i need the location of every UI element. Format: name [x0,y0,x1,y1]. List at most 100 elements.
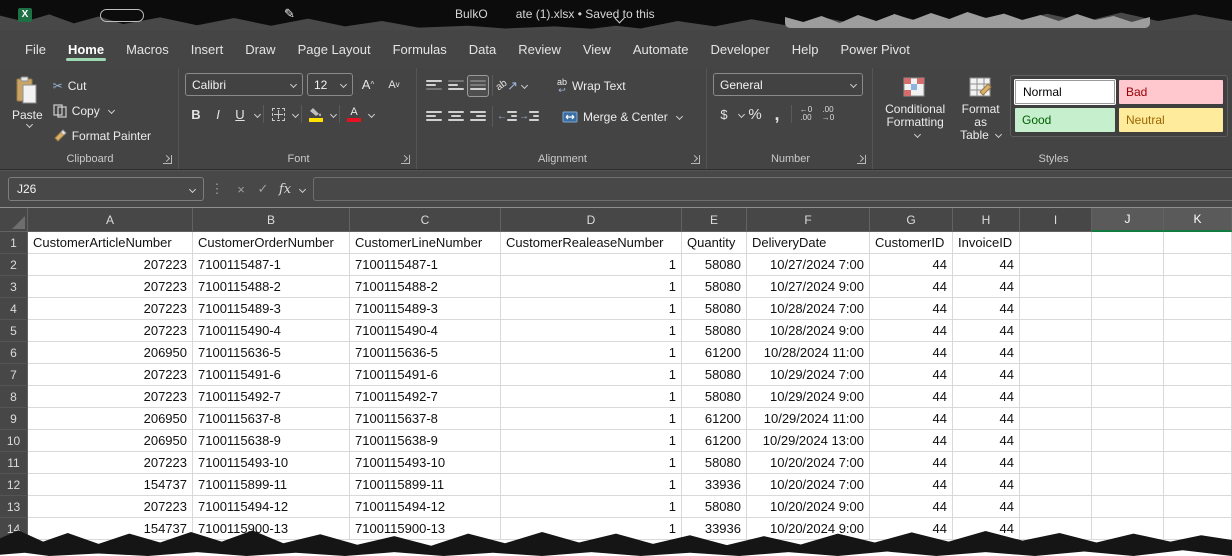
align-top-button[interactable] [423,75,445,97]
row-header-8[interactable]: 8 [0,386,28,408]
font-name-combo[interactable]: Calibri [185,73,303,96]
cell-G9[interactable]: 44 [870,408,953,430]
cell-K11[interactable] [1164,452,1232,474]
style-normal[interactable]: Normal [1015,80,1115,104]
conditional-formatting-button[interactable]: ConditionalFormatting [879,73,951,150]
cell-G7[interactable]: 44 [870,364,953,386]
increase-indent-button[interactable]: → [518,106,540,128]
currency-button[interactable]: $ [713,103,735,125]
borders-chevron-icon[interactable] [292,110,299,117]
cell-J9[interactable] [1092,408,1164,430]
cell-G2[interactable]: 44 [870,254,953,276]
cell-J11[interactable] [1092,452,1164,474]
cell-H9[interactable]: 44 [953,408,1020,430]
cell-K8[interactable] [1164,386,1232,408]
copy-button[interactable]: Copy [49,98,155,123]
cell-D1[interactable]: CustomerRealeaseNumber [501,232,682,254]
cell-B12[interactable]: 7100115899-11 [193,474,350,496]
cell-A13[interactable]: 207223 [28,496,193,518]
cell-G10[interactable]: 44 [870,430,953,452]
cell-I3[interactable] [1020,276,1092,298]
cell-A7[interactable]: 207223 [28,364,193,386]
cell-F13[interactable]: 10/20/2024 9:00 [747,496,870,518]
row-header-2[interactable]: 2 [0,254,28,276]
col-header-F[interactable]: F [747,208,870,232]
row-header-11[interactable]: 11 [0,452,28,474]
cell-K3[interactable] [1164,276,1232,298]
col-header-B[interactable]: B [193,208,350,232]
col-header-H[interactable]: H [953,208,1020,232]
cell-A1[interactable]: CustomerArticleNumber [28,232,193,254]
align-left-button[interactable] [423,106,445,128]
cell-E9[interactable]: 61200 [682,408,747,430]
cell-I4[interactable] [1020,298,1092,320]
cell-E7[interactable]: 58080 [682,364,747,386]
cell-I13[interactable] [1020,496,1092,518]
cell-A11[interactable]: 207223 [28,452,193,474]
cell-E13[interactable]: 58080 [682,496,747,518]
cell-B13[interactable]: 7100115494-12 [193,496,350,518]
cell-E10[interactable]: 61200 [682,430,747,452]
cell-C1[interactable]: CustomerLineNumber [350,232,501,254]
align-center-button[interactable] [445,106,467,128]
cell-C4[interactable]: 7100115489-3 [350,298,501,320]
align-middle-button[interactable] [445,75,467,97]
orientation-chevron-icon[interactable] [521,82,528,89]
cell-G6[interactable]: 44 [870,342,953,364]
number-format-combo[interactable]: General [713,73,863,96]
row-header-12[interactable]: 12 [0,474,28,496]
tab-view[interactable]: View [572,33,622,65]
paste-button[interactable]: Paste [6,73,49,150]
tab-data[interactable]: Data [458,33,507,65]
fill-color-chevron-icon[interactable] [330,110,337,117]
row-header-5[interactable]: 5 [0,320,28,342]
row-header-3[interactable]: 3 [0,276,28,298]
col-header-E[interactable]: E [682,208,747,232]
cell-C7[interactable]: 7100115491-6 [350,364,501,386]
cell-J7[interactable] [1092,364,1164,386]
cell-I7[interactable] [1020,364,1092,386]
format-painter-button[interactable]: Format Painter [49,123,155,148]
number-dialog-launcher-icon[interactable] [857,155,866,164]
cell-H3[interactable]: 44 [953,276,1020,298]
col-header-D[interactable]: D [501,208,682,232]
grow-font-button[interactable]: A^ [357,74,379,96]
cell-B4[interactable]: 7100115489-3 [193,298,350,320]
cell-F8[interactable]: 10/29/2024 9:00 [747,386,870,408]
cell-A14[interactable]: 154737 [28,518,193,540]
tab-macros[interactable]: Macros [115,33,180,65]
cell-F1[interactable]: DeliveryDate [747,232,870,254]
cell-G8[interactable]: 44 [870,386,953,408]
cell-D4[interactable]: 1 [501,298,682,320]
select-all-corner[interactable] [0,208,28,232]
tab-automate[interactable]: Automate [622,33,700,65]
underline-button[interactable]: U [229,103,251,125]
cell-H12[interactable]: 44 [953,474,1020,496]
cell-K12[interactable] [1164,474,1232,496]
cell-A3[interactable]: 207223 [28,276,193,298]
cell-B1[interactable]: CustomerOrderNumber [193,232,350,254]
cell-D9[interactable]: 1 [501,408,682,430]
cell-C12[interactable]: 7100115899-11 [350,474,501,496]
cell-A2[interactable]: 207223 [28,254,193,276]
cell-K10[interactable] [1164,430,1232,452]
font-dialog-launcher-icon[interactable] [401,155,410,164]
cell-D7[interactable]: 1 [501,364,682,386]
cell-E8[interactable]: 58080 [682,386,747,408]
alignment-dialog-launcher-icon[interactable] [691,155,700,164]
tab-home[interactable]: Home [57,33,115,65]
cell-G11[interactable]: 44 [870,452,953,474]
cell-I12[interactable] [1020,474,1092,496]
cell-I10[interactable] [1020,430,1092,452]
cell-K1[interactable] [1164,232,1232,254]
decrease-decimal-button[interactable]: .00→0 [817,103,839,125]
cell-I5[interactable] [1020,320,1092,342]
cell-I9[interactable] [1020,408,1092,430]
cell-F4[interactable]: 10/28/2024 7:00 [747,298,870,320]
cell-D8[interactable]: 1 [501,386,682,408]
row-header-4[interactable]: 4 [0,298,28,320]
cell-I1[interactable] [1020,232,1092,254]
tab-file[interactable]: File [14,33,57,65]
cell-I8[interactable] [1020,386,1092,408]
cell-B10[interactable]: 7100115638-9 [193,430,350,452]
